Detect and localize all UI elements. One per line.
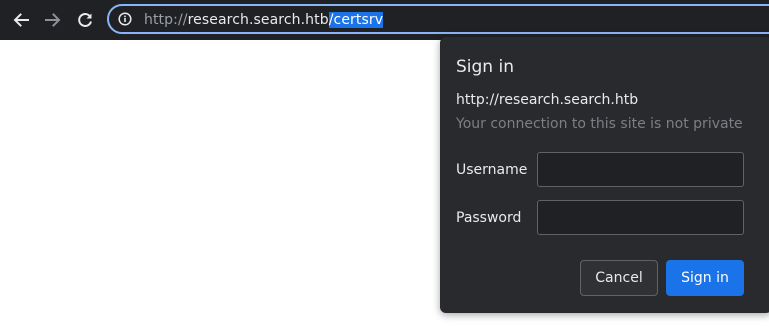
address-bar[interactable]: http://research.search.htb/certsrv — [107, 4, 769, 34]
password-field[interactable] — [537, 200, 744, 235]
password-label: Password — [456, 210, 522, 226]
url-scheme: http:// — [144, 12, 188, 28]
reload-icon — [78, 13, 92, 27]
back-arrow-icon — [13, 13, 29, 27]
back-button[interactable] — [8, 7, 34, 33]
url-path-selected: /certsrv — [328, 12, 384, 28]
info-icon[interactable] — [118, 12, 132, 26]
dialog-title: Sign in — [456, 57, 514, 77]
url-text[interactable]: http://research.search.htb/certsrv — [144, 11, 384, 29]
sign-in-button[interactable]: Sign in — [666, 260, 744, 296]
forward-button[interactable] — [40, 7, 66, 33]
username-label: Username — [456, 162, 528, 178]
username-field[interactable] — [537, 152, 744, 187]
reload-button[interactable] — [72, 7, 98, 33]
browser-toolbar: http://research.search.htb/certsrv — [0, 0, 769, 40]
dialog-origin: http://research.search.htb — [456, 92, 639, 108]
url-host: research.search.htb — [187, 12, 329, 28]
cancel-button[interactable]: Cancel — [580, 260, 658, 296]
sign-in-dialog: Sign in http://research.search.htb Your … — [440, 37, 769, 313]
connection-warning: Your connection to this site is not priv… — [456, 116, 743, 132]
forward-arrow-icon — [45, 13, 61, 27]
